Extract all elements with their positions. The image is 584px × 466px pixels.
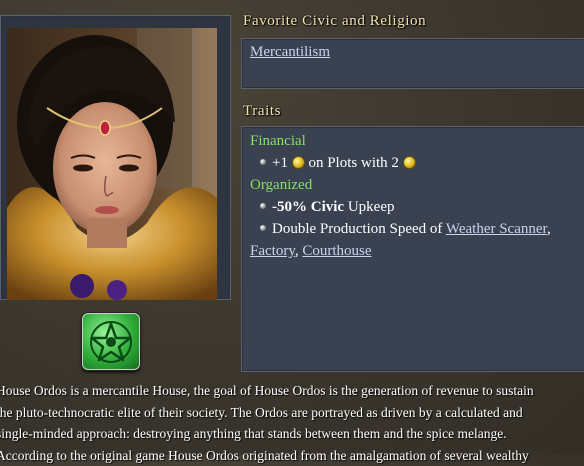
civic-link-mercantilism[interactable]: Mercantilism: [250, 44, 330, 61]
gold-coin-icon: [292, 156, 305, 169]
religion-button[interactable]: [82, 313, 140, 370]
bullet-icon: [260, 225, 266, 231]
traits-heading: Traits: [243, 103, 281, 120]
leader-portrait-frame: [0, 15, 231, 300]
description-line: single-minded approach: destroying anyth…: [0, 423, 584, 445]
civic-religion-heading: Favorite Civic and Religion: [243, 13, 426, 30]
building-link-weather-scanner[interactable]: Weather Scanner: [446, 221, 547, 237]
description-line: House Ordos is a mercantile House, the g…: [0, 380, 584, 402]
bullet-icon: [260, 159, 266, 165]
gold-coin-icon: [403, 156, 416, 169]
trait-name-organized[interactable]: Organized: [250, 177, 312, 194]
building-link-factory[interactable]: Factory: [250, 243, 295, 259]
building-link-courthouse[interactable]: Courthouse: [302, 243, 371, 259]
trait-effect-financial: +1 on Plots with 2: [260, 155, 416, 172]
trait-effect-production-speed: Double Production Speed of Weather Scann…: [260, 221, 551, 238]
leader-portrait: [7, 28, 217, 300]
religion-star-icon: [83, 314, 139, 369]
trait-effect-civic-upkeep: -50% Civic Upkeep: [260, 199, 394, 216]
civ-description: House Ordos is a mercantile House, the g…: [0, 380, 584, 466]
description-line: the pluto-technocratic elite of their so…: [0, 402, 584, 424]
trait-name-financial[interactable]: Financial: [250, 133, 306, 150]
traits-box: Financial +1 on Plots with 2 Organized -…: [241, 126, 584, 372]
civic-box: Mercantilism: [241, 38, 584, 89]
leader-portrait-image: [7, 28, 217, 300]
trait-effect-production-speed-cont: Factory, Courthouse: [250, 243, 372, 260]
description-line: According to the original game House Ord…: [0, 445, 584, 466]
bullet-icon: [260, 203, 266, 209]
